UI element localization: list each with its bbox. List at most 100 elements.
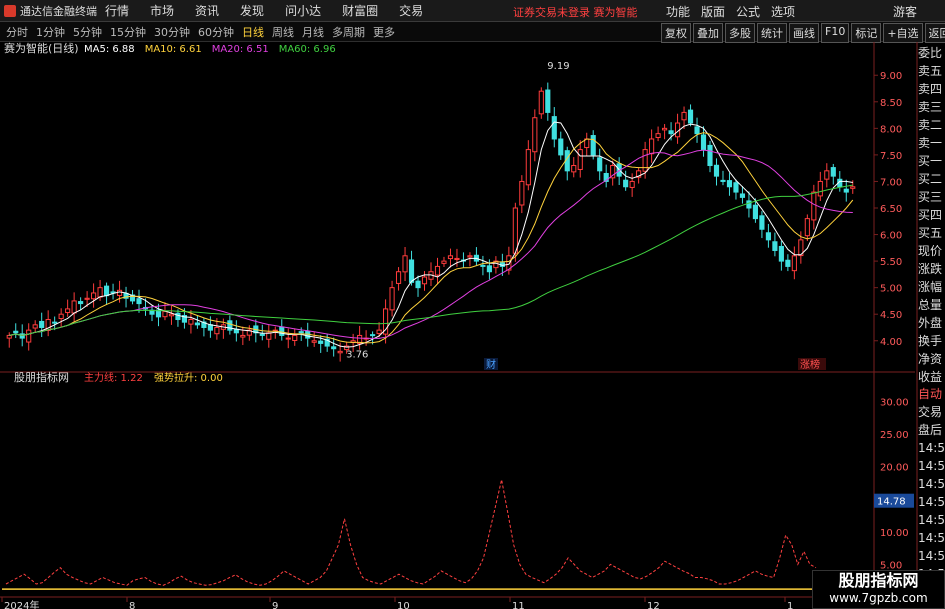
candle-body-121	[791, 255, 797, 272]
menu-item-6[interactable]: 交易	[399, 2, 423, 19]
period-tab-3[interactable]: 15分钟	[110, 24, 146, 40]
candle-body-13	[91, 292, 97, 300]
candle-body-108	[707, 144, 713, 167]
app-logo-text: 通达信金融终端	[20, 4, 97, 18]
period-tab-4[interactable]: 30分钟	[154, 24, 190, 40]
guest-button[interactable]: 游客	[893, 3, 917, 20]
tool-button-8[interactable]: 返回	[924, 23, 945, 43]
quote-field-10: 买五	[918, 226, 943, 240]
trade-side-item-2[interactable]: 盘后	[918, 421, 945, 439]
period-tab-5[interactable]: 60分钟	[198, 24, 234, 40]
menu-item-5[interactable]: 财富圈	[342, 2, 378, 19]
tool-button-6[interactable]: 标记	[851, 23, 882, 43]
candle-body-35	[233, 328, 239, 334]
tool-button-1[interactable]: 叠加	[693, 23, 723, 43]
tool-button-0[interactable]: 复权	[661, 23, 691, 43]
tool-button-2[interactable]: 多股	[725, 23, 755, 43]
period-tab-9[interactable]: 多周期	[332, 24, 365, 40]
period-tab-1[interactable]: 1分钟	[36, 24, 65, 40]
period-tab-10[interactable]: 更多	[373, 24, 395, 40]
candle-body-119	[778, 245, 784, 262]
candle-body-81	[532, 117, 538, 153]
candle-body-45	[298, 331, 304, 334]
low-annotation: 3.76	[346, 350, 368, 361]
main-menu: 行情 市场 资讯 发现 问小达 财富圈 交易	[105, 2, 444, 19]
y-tick-label-6: 6.00	[880, 231, 902, 242]
candle-body-8	[58, 313, 64, 320]
period-tabs: 分时 1分钟 5分钟 15分钟 30分钟 60分钟 日线 周线 月线 多周期 更多	[0, 24, 403, 40]
candle-body-116	[759, 215, 765, 230]
menu-bar: 通达信金融终端 行情 市场 资讯 发现 问小达 财富圈 交易 证券交易未登录 赛为智能 功能…	[0, 0, 945, 22]
main-force-line	[5, 479, 817, 586]
trade-side-item-0[interactable]: 自动	[918, 385, 945, 403]
candle-body-117	[765, 232, 771, 241]
period-tab-6[interactable]: 日线	[242, 24, 264, 40]
candle-body-9	[65, 308, 71, 314]
trade-side-panel: 自动交易盘后 14:56 14:56 14:56 14:56 14:56 14:56 14:5…	[918, 385, 945, 601]
candle-body-36	[240, 334, 246, 338]
candle-body-4	[32, 324, 38, 329]
right-menu-item-0[interactable]: 功能	[666, 3, 690, 20]
candle-body-56	[370, 334, 376, 337]
quote-field-17: 净资	[918, 352, 943, 366]
candle-body-48	[318, 340, 324, 344]
trade-side-item-1[interactable]: 交易	[918, 403, 945, 421]
tool-button-5[interactable]: F10	[821, 23, 850, 43]
candle-body-51	[337, 350, 343, 354]
period-tab-2[interactable]: 5分钟	[73, 24, 102, 40]
x-tick-label-2: 9	[272, 601, 278, 609]
menu-item-1[interactable]: 市场	[150, 2, 174, 19]
tool-button-3[interactable]: 统计	[757, 23, 787, 43]
indicator-title: 股朋指标网	[14, 370, 69, 384]
candle-body-112	[733, 182, 739, 193]
candle-body-42	[279, 326, 285, 336]
app-logo[interactable]: 通达信金融终端	[0, 3, 105, 19]
candle-body-83	[545, 89, 551, 113]
tool-button-4[interactable]: 画线	[789, 23, 819, 43]
candle-body-110	[720, 179, 726, 182]
candle-body-67	[441, 260, 447, 264]
right-menu: 功能 版面 公式 选项	[666, 3, 806, 20]
trade-alert[interactable]: 证券交易未登录 赛为智能	[513, 4, 638, 20]
quote-field-0: 委比	[918, 46, 943, 60]
candle-body-106	[694, 126, 700, 135]
menu-item-3[interactable]: 发现	[240, 2, 264, 19]
candle-body-60	[395, 271, 402, 284]
candle-body-104	[681, 111, 687, 121]
ma-label-1: MA10: 6.61	[145, 44, 202, 55]
tool-button-7[interactable]: +自选	[883, 23, 923, 43]
kline-chart[interactable]: 赛为智能(日线) MA5: 6.88 MA10: 6.61 MA20: 6.51 MA6…	[0, 42, 945, 609]
right-menu-item-3[interactable]: 选项	[771, 3, 795, 20]
y-tick-label-10: 4.00	[880, 337, 902, 348]
candle-body-1	[13, 330, 19, 334]
menu-item-4[interactable]: 问小达	[285, 2, 321, 19]
watermark-title: 股朋指标网	[838, 571, 919, 590]
candle-body-73	[480, 264, 486, 267]
quote-field-2: 卖四	[918, 82, 943, 96]
ma-label-3: MA60: 6.96	[279, 44, 336, 55]
candle-body-64	[421, 276, 428, 285]
candle-body-91	[597, 157, 603, 172]
candle-body-105	[687, 109, 694, 124]
period-tab-0[interactable]: 分时	[6, 24, 28, 40]
menu-item-2[interactable]: 资讯	[195, 2, 219, 19]
quote-field-9: 买四	[918, 208, 943, 222]
right-menu-item-2[interactable]: 公式	[736, 3, 760, 20]
candle-body-62	[408, 259, 415, 283]
candle-body-15	[103, 285, 110, 297]
candle-body-32	[214, 326, 220, 335]
candle-body-58	[383, 308, 389, 335]
period-tab-7[interactable]: 周线	[272, 24, 294, 40]
period-tab-8[interactable]: 月线	[302, 24, 324, 40]
ma10-line	[9, 132, 854, 344]
kline-chart-area[interactable]: 赛为智能(日线) MA5: 6.88 MA10: 6.61 MA20: 6.51 MA6…	[0, 42, 945, 609]
x-tick-label-1: 8	[129, 601, 135, 609]
candle-body-69	[454, 257, 460, 261]
right-menu-item-1[interactable]: 版面	[701, 3, 725, 20]
trade-side-item-9: 14:56	[918, 549, 945, 563]
candle-body-85	[558, 138, 564, 156]
candle-body-109	[713, 164, 720, 177]
menu-item-0[interactable]: 行情	[105, 2, 129, 19]
candle-body-95	[623, 179, 629, 188]
candle-body-3	[26, 329, 32, 343]
